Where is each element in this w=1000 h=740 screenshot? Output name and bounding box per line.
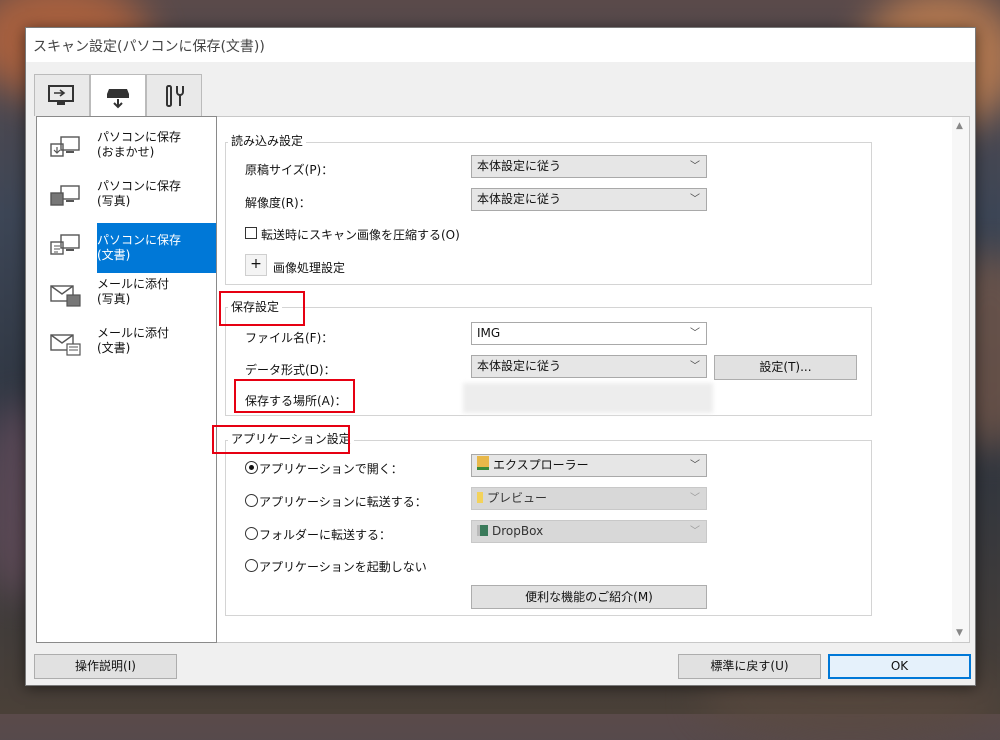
filename-combobox[interactable]: IMG ﹀: [471, 322, 707, 345]
profile-label: メールに添付 (写真): [97, 277, 170, 306]
profile-mail-document[interactable]: メールに添付 (文書): [37, 321, 216, 371]
help-button[interactable]: 操作説明(I): [34, 654, 177, 679]
profile-mail-photo[interactable]: メールに添付 (写真): [37, 272, 216, 322]
resolution-select[interactable]: 本体設定に従う ﹀: [471, 188, 707, 211]
pc-scan-icon: [48, 84, 74, 105]
compress-checkbox[interactable]: [245, 227, 257, 239]
tools-icon: [166, 84, 184, 107]
format-value: 本体設定に従う: [477, 359, 562, 373]
explorer-icon: [477, 456, 489, 470]
pc-save-icon: [50, 136, 80, 157]
send-app-select[interactable]: プレビュー ﹀: [471, 487, 707, 510]
paper-size-select[interactable]: 本体設定に従う ﹀: [471, 155, 707, 178]
send-app-value: プレビュー: [487, 491, 548, 505]
folder-icon: [477, 525, 488, 536]
expand-image-processing-button[interactable]: +: [245, 254, 267, 276]
format-select[interactable]: 本体設定に従う ﹀: [471, 355, 707, 378]
tab-device-scan[interactable]: [90, 74, 146, 118]
profile-label: パソコンに保存 (写真): [97, 179, 182, 208]
filename-value: IMG: [477, 326, 501, 340]
format-label: データ形式(D)：: [245, 363, 336, 377]
paper-size-label: 原稿サイズ(P)：: [245, 163, 334, 177]
chevron-down-icon: ﹀: [690, 161, 700, 172]
chevron-down-icon: ﹀: [690, 526, 700, 537]
chevron-down-icon: ﹀: [690, 460, 700, 471]
save-location-label: 保存する場所(A)：: [245, 394, 347, 408]
read-settings-title: 読み込み設定: [228, 133, 307, 149]
scroll-up-icon[interactable]: ▲: [956, 121, 963, 131]
features-button[interactable]: 便利な機能のご紹介(M): [471, 585, 707, 609]
chevron-down-icon: ﹀: [690, 194, 700, 205]
highlight-box-app-settings: [212, 425, 350, 454]
paper-size-value: 本体設定に従う: [477, 159, 562, 173]
restore-defaults-button[interactable]: 標準に戻す(U): [678, 654, 821, 679]
open-app-radio[interactable]: [245, 461, 258, 474]
no-launch-label: アプリケーションを起動しない: [259, 560, 427, 574]
save-location-field[interactable]: [463, 383, 713, 413]
send-app-radio[interactable]: [245, 494, 258, 507]
profile-label: パソコンに保存 (文書): [97, 233, 182, 262]
open-app-label: アプリケーションで開く：: [259, 462, 403, 476]
send-folder-select[interactable]: DropBox ﹀: [471, 520, 707, 543]
compress-label: 転送時にスキャン画像を圧縮する(O): [261, 228, 460, 242]
ok-button[interactable]: OK: [828, 654, 971, 679]
send-folder-radio[interactable]: [245, 527, 258, 540]
preview-icon: [477, 492, 483, 503]
profile-list: パソコンに保存 (おまかせ) パソコンに保存 (写真) パソコンに保存 (文書): [36, 116, 217, 643]
chevron-down-icon: ﹀: [690, 493, 700, 504]
mail-document-icon: [50, 334, 81, 356]
chevron-down-icon: ﹀: [690, 361, 700, 372]
tab-scan[interactable]: [34, 74, 90, 116]
open-app-select[interactable]: エクスプローラー ﹀: [471, 454, 707, 477]
pc-save-photo-icon: [50, 185, 80, 206]
profile-pc-save-document[interactable]: パソコンに保存 (文書): [97, 223, 216, 273]
open-app-value: エクスプローラー: [493, 458, 589, 472]
highlight-box-save-settings: [219, 291, 305, 326]
filename-label: ファイル名(F)：: [245, 331, 334, 345]
profile-pc-save-photo[interactable]: パソコンに保存 (写真): [37, 174, 216, 224]
pc-save-document-icon: [50, 234, 80, 255]
title-bar[interactable]: スキャン設定(パソコンに保存(文書)): [26, 28, 975, 62]
resolution-label: 解像度(R)：: [245, 196, 311, 210]
vertical-scrollbar[interactable]: ▲ ▼: [952, 117, 969, 642]
settings-panel: ▲ ▼ 読み込み設定 原稿サイズ(P)： 本体設定に従う ﹀ 解像度(R)： 本体…: [212, 116, 970, 643]
send-folder-label: フォルダーに転送する：: [259, 528, 392, 542]
image-processing-label: 画像処理設定: [273, 261, 346, 275]
send-app-label: アプリケーションに転送する：: [259, 495, 427, 509]
plus-icon: +: [250, 256, 262, 272]
send-folder-value: DropBox: [492, 524, 544, 538]
tab-general-settings[interactable]: [146, 74, 202, 116]
profile-pc-save-auto[interactable]: パソコンに保存 (おまかせ): [37, 125, 216, 175]
format-settings-button[interactable]: 設定(T)...: [714, 355, 857, 380]
no-launch-radio[interactable]: [245, 559, 258, 572]
resolution-value: 本体設定に従う: [477, 192, 562, 206]
scan-settings-window: スキャン設定(パソコンに保存(文書)) パソコンに保存 (おまかせ) パソコンに…: [25, 27, 976, 686]
profile-label: メールに添付 (文書): [97, 326, 170, 355]
window-title: スキャン設定(パソコンに保存(文書)): [33, 39, 265, 55]
chevron-down-icon: ﹀: [690, 328, 700, 339]
scroll-down-icon[interactable]: ▼: [956, 628, 963, 638]
scanner-icon: [107, 88, 129, 108]
profile-label: パソコンに保存 (おまかせ): [97, 130, 182, 159]
mail-photo-icon: [50, 285, 81, 307]
